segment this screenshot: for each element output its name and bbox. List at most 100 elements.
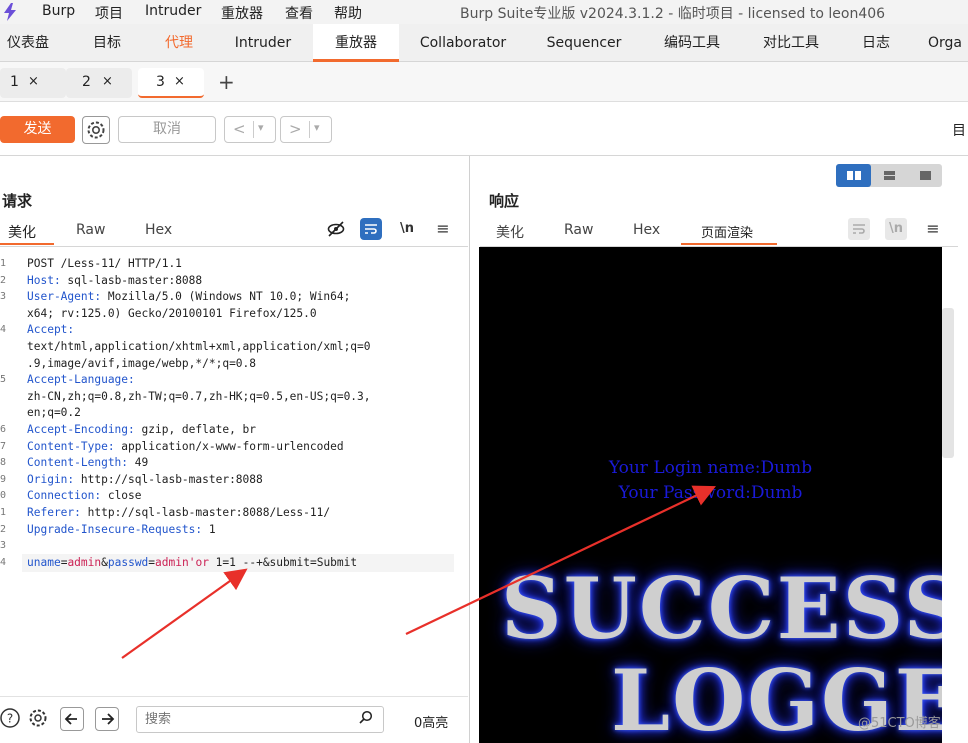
wrap-lines-icon[interactable] bbox=[848, 218, 870, 240]
request-line[interactable]: x64; rv:125.0) Gecko/20100101 Firefox/12… bbox=[27, 306, 317, 323]
eye-hidden-icon[interactable] bbox=[325, 218, 347, 240]
line-number: 8 bbox=[0, 457, 7, 469]
repeater-tab-number: 2 bbox=[82, 74, 91, 90]
line-number: 2 bbox=[0, 523, 7, 535]
request-line[interactable]: Origin: http://sql-lasb-master:8088 bbox=[27, 472, 263, 489]
request-line[interactable]: User-Agent: Mozilla/5.0 (Windows NT 10.0… bbox=[27, 289, 350, 306]
line-number: 6 bbox=[0, 424, 7, 435]
layout-side-by-side-icon[interactable] bbox=[836, 164, 871, 187]
tab-target[interactable]: 目标 bbox=[84, 24, 130, 62]
svg-text:?: ? bbox=[7, 712, 13, 726]
gear-icon[interactable] bbox=[26, 707, 50, 731]
request-line[interactable]: text/html,application/xhtml+xml,applicat… bbox=[27, 339, 371, 356]
request-line[interactable]: Referer: http://sql-lasb-master:8088/Les… bbox=[27, 505, 330, 522]
tab-decoder[interactable]: 编码工具 bbox=[656, 24, 728, 62]
chevron-left-icon: < bbox=[233, 120, 246, 138]
add-tab-icon[interactable]: + bbox=[218, 70, 235, 94]
repeater-tab-3[interactable]: 3 × bbox=[138, 68, 204, 98]
request-line[interactable]: Content-Type: application/x-www-form-url… bbox=[27, 439, 344, 456]
tab-pretty[interactable]: 美化 bbox=[496, 222, 524, 242]
main-tab-bar: 仪表盘 目标 代理 Intruder 重放器 Collaborator Sequ… bbox=[0, 24, 968, 62]
layout-single-icon[interactable] bbox=[908, 164, 943, 187]
arrow-right-icon[interactable] bbox=[95, 707, 119, 731]
tab-raw[interactable]: Raw bbox=[564, 222, 593, 238]
request-line[interactable]: Accept-Encoding: gzip, deflate, br bbox=[27, 422, 256, 439]
tab-hex[interactable]: Hex bbox=[145, 222, 172, 238]
request-line[interactable]: Accept: bbox=[27, 322, 74, 339]
request-line[interactable]: Host: sql-lasb-master:8088 bbox=[27, 273, 202, 290]
layout-stacked-icon[interactable] bbox=[872, 164, 907, 187]
request-line[interactable]: POST /Less-11/ HTTP/1.1 bbox=[27, 256, 182, 273]
line-number: 3 bbox=[0, 291, 7, 303]
close-icon[interactable]: × bbox=[28, 74, 39, 89]
repeater-tab-bar: 1 × 2 × 3 × + bbox=[0, 62, 968, 102]
close-icon[interactable]: × bbox=[102, 74, 113, 89]
back-button[interactable]: < ▾ bbox=[224, 116, 276, 143]
menu-burp[interactable]: Burp bbox=[42, 3, 75, 19]
tab-intruder[interactable]: Intruder bbox=[228, 24, 298, 62]
request-line[interactable]: Connection: close bbox=[27, 488, 142, 505]
login-name-text: Your Login name:Dumb bbox=[608, 458, 813, 478]
request-line[interactable]: Upgrade-Insecure-Requests: 1 bbox=[27, 522, 216, 539]
tab-sequencer[interactable]: Sequencer bbox=[538, 24, 630, 62]
search-bar: ? 0高亮 bbox=[0, 696, 468, 743]
tab-organizer[interactable]: Orga bbox=[928, 24, 968, 62]
request-line[interactable]: Content-Length: 49 bbox=[27, 455, 148, 472]
request-title: 请求 bbox=[2, 192, 33, 210]
menu-icon[interactable]: ≡ bbox=[922, 218, 944, 240]
password-text: Your Password:Dumb bbox=[618, 483, 803, 503]
request-line[interactable]: zh-CN,zh;q=0.8,zh-TW;q=0.7,zh-HK;q=0.5,e… bbox=[27, 389, 371, 406]
search-field[interactable] bbox=[136, 706, 384, 733]
wrap-lines-icon[interactable] bbox=[360, 218, 382, 240]
target-label[interactable]: 目 bbox=[952, 120, 966, 140]
line-number: 2 bbox=[0, 274, 7, 286]
forward-button[interactable]: > ▾ bbox=[280, 116, 332, 143]
repeater-tab-1[interactable]: 1 × bbox=[0, 68, 66, 98]
cancel-button[interactable]: 取消 bbox=[118, 116, 216, 143]
repeater-tab-2[interactable]: 2 × bbox=[66, 68, 132, 98]
request-line[interactable]: Accept-Language: bbox=[27, 372, 135, 389]
window-title: Burp Suite专业版 v2024.3.1.2 - 临时项目 - licen… bbox=[460, 6, 886, 22]
tab-comparer[interactable]: 对比工具 bbox=[756, 24, 826, 62]
request-line[interactable]: .9,image/avif,image/webp,*/*;q=0.8 bbox=[27, 356, 256, 373]
search-icon bbox=[359, 710, 373, 728]
tab-collaborator[interactable]: Collaborator bbox=[412, 24, 514, 62]
watermark: @51CTO博客 bbox=[858, 716, 941, 731]
help-icon[interactable]: ? bbox=[0, 707, 22, 731]
request-body-line[interactable]: uname=admin&passwd=admin'or 1=1 --+&subm… bbox=[27, 555, 357, 572]
line-number: 9 bbox=[0, 473, 7, 485]
burp-logo-icon bbox=[4, 3, 16, 21]
menu-intruder[interactable]: Intruder bbox=[145, 3, 201, 19]
tab-proxy[interactable]: 代理 bbox=[156, 24, 202, 62]
request-line[interactable]: en;q=0.2 bbox=[27, 405, 81, 422]
line-number: 3 bbox=[0, 540, 7, 552]
line-number: 1 bbox=[0, 507, 7, 518]
tab-raw[interactable]: Raw bbox=[76, 222, 105, 238]
render-view: Your Login name:Dumb Your Password:Dumb … bbox=[479, 247, 942, 743]
line-number: 1 bbox=[0, 258, 7, 269]
tab-render[interactable]: 页面渲染 bbox=[701, 222, 753, 241]
tab-repeater[interactable]: 重放器 bbox=[313, 24, 399, 62]
arrow-left-icon[interactable] bbox=[60, 707, 84, 731]
chevron-down-icon[interactable]: ▾ bbox=[258, 121, 264, 134]
settings-button[interactable] bbox=[82, 116, 110, 144]
send-button[interactable]: 发送 bbox=[0, 116, 75, 143]
search-input[interactable] bbox=[145, 707, 355, 732]
newline-toggle[interactable]: \n bbox=[396, 218, 418, 240]
close-icon[interactable]: × bbox=[174, 74, 185, 89]
scrollbar[interactable] bbox=[942, 308, 954, 458]
tab-hex[interactable]: Hex bbox=[633, 222, 660, 238]
menu-help[interactable]: 帮助 bbox=[334, 3, 362, 23]
menu-project[interactable]: 项目 bbox=[95, 3, 123, 23]
tab-logger[interactable]: 日志 bbox=[852, 24, 900, 62]
menu-view[interactable]: 查看 bbox=[285, 3, 313, 23]
tab-pretty[interactable]: 美化 bbox=[8, 222, 36, 242]
chevron-down-icon[interactable]: ▾ bbox=[314, 121, 320, 134]
line-number: 5 bbox=[0, 374, 7, 386]
menu-repeater[interactable]: 重放器 bbox=[221, 3, 263, 23]
line-number: 4 bbox=[0, 324, 7, 336]
menu-icon[interactable]: ≡ bbox=[432, 218, 454, 240]
response-panel: 响应 美化 Raw Hex 页面渲染 \n ≡ Your Login name:… bbox=[472, 156, 968, 743]
newline-toggle[interactable]: \n bbox=[885, 218, 907, 240]
tab-dashboard[interactable]: 仪表盘 bbox=[0, 24, 56, 62]
